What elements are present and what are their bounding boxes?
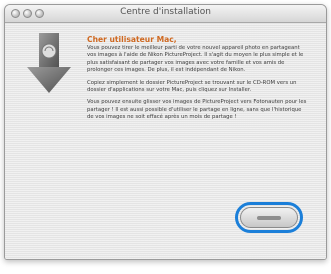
install-button[interactable] xyxy=(240,207,298,228)
title-bar[interactable]: Centre d'installation xyxy=(5,5,326,23)
message-paragraph-1: Vous pouvez tirer le meilleur parti de v… xyxy=(87,45,304,74)
message-heading: Cher utilisateur Mac, xyxy=(87,35,177,44)
message-paragraph-2: Copiez simplement le dossier PictureProj… xyxy=(87,79,297,94)
message-paragraph-3: Vous pouvez ensuite glisser vos images d… xyxy=(87,99,307,121)
button-bar-icon xyxy=(257,216,281,220)
download-arrow-icon xyxy=(27,33,71,93)
installer-content: Cher utilisateur Mac, Vous pouvez tirer … xyxy=(5,23,326,259)
installer-window: Centre d'installation Cher utilisateur M… xyxy=(4,4,327,260)
welcome-message: Cher utilisateur Mac, Vous pouvez tirer … xyxy=(87,35,309,127)
window-title: Centre d'installation xyxy=(120,7,211,17)
